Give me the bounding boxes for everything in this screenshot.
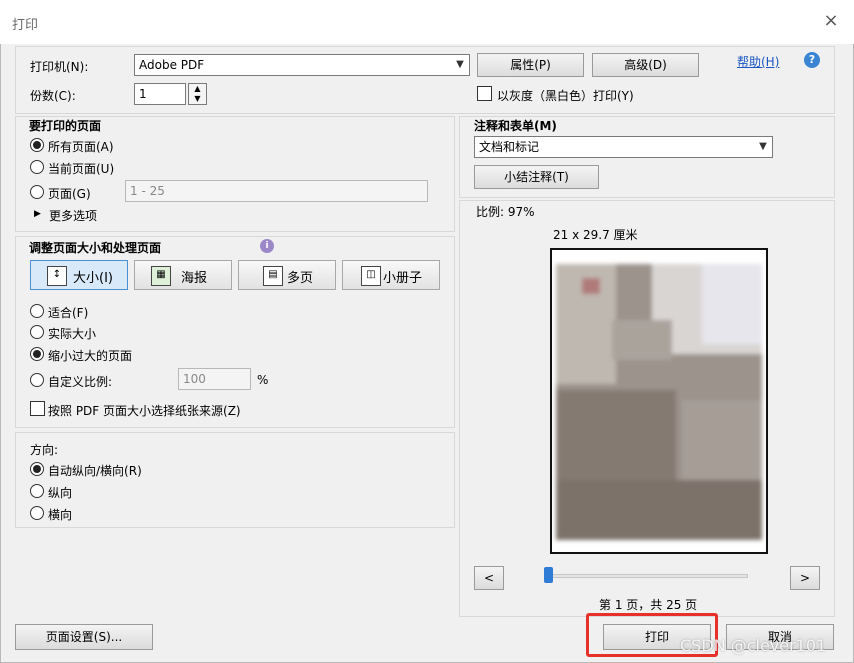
printer-value: Adobe PDF xyxy=(139,58,205,72)
next-page-button[interactable]: > xyxy=(790,566,820,590)
landscape-label: 横向 xyxy=(48,508,73,522)
custom-scale-label: 自定义比例: xyxy=(48,375,113,389)
grayscale-checkbox[interactable] xyxy=(477,86,492,101)
radio-fit[interactable] xyxy=(30,304,44,318)
radio-all-pages[interactable] xyxy=(30,138,44,152)
radio-portrait[interactable] xyxy=(30,484,44,498)
prev-page-button[interactable]: < xyxy=(474,566,504,590)
comments-value: 文档和标记 xyxy=(479,140,540,154)
sizing-heading: 调整页面大小和处理页面 xyxy=(29,241,162,255)
page-slider-thumb[interactable] xyxy=(544,567,553,583)
chevron-down-icon: ▼ xyxy=(759,141,767,152)
page-setup-button[interactable]: 页面设置(S)... xyxy=(15,624,153,650)
chevron-down-icon: ▼ xyxy=(456,59,464,70)
page-range-label: 页面(G) xyxy=(48,187,91,201)
properties-button[interactable]: 属性(P) xyxy=(477,53,584,77)
comments-heading: 注释和表单(M) xyxy=(474,119,557,133)
expand-triangle-icon[interactable]: ▶ xyxy=(34,209,41,219)
paper-source-label: 按照 PDF 页面大小选择纸张来源(Z) xyxy=(48,404,241,418)
all-pages-label: 所有页面(A) xyxy=(48,140,114,154)
size-icon: ↕ xyxy=(47,266,67,286)
page-range-input[interactable]: 1 - 25 xyxy=(125,180,428,202)
help-icon[interactable]: ? xyxy=(804,52,820,68)
page-slider-track[interactable] xyxy=(548,574,748,578)
page-preview xyxy=(550,248,768,554)
radio-actual-size[interactable] xyxy=(30,325,44,339)
paper-source-checkbox[interactable] xyxy=(30,401,45,416)
actual-size-label: 实际大小 xyxy=(48,327,97,341)
tab-booklet-label: 小册子 xyxy=(383,271,423,286)
tab-multiple-label: 多页 xyxy=(287,271,314,286)
close-icon[interactable]: × xyxy=(820,10,842,32)
radio-custom-scale[interactable] xyxy=(30,373,44,387)
auto-orientation-label: 自动纵向/横向(R) xyxy=(48,464,142,478)
tab-size[interactable]: ↕ 大小(I) xyxy=(30,260,128,290)
grayscale-label: 以灰度（黑白色）打印(Y) xyxy=(497,89,634,103)
booklet-icon: ◫ xyxy=(361,266,381,286)
dialog-title: 打印 xyxy=(12,18,39,33)
percent-label: % xyxy=(257,373,269,387)
multiple-pages-icon: ▤ xyxy=(263,266,283,286)
tab-multiple[interactable]: ▤ 多页 xyxy=(238,260,336,290)
tab-size-label: 大小(I) xyxy=(73,271,113,286)
radio-landscape[interactable] xyxy=(30,506,44,520)
scale-label: 比例: 97% xyxy=(476,205,535,219)
custom-scale-input[interactable]: 100 xyxy=(178,368,251,390)
advanced-button[interactable]: 高级(D) xyxy=(592,53,699,77)
title-bar: 打印 × xyxy=(0,0,854,44)
summarize-comments-button[interactable]: 小结注释(T) xyxy=(474,165,599,189)
printer-select[interactable]: Adobe PDF ▼ xyxy=(134,54,470,76)
blurred-page-image xyxy=(556,264,762,540)
current-page-label: 当前页面(U) xyxy=(48,162,115,176)
radio-page-range[interactable] xyxy=(30,185,44,199)
copies-label: 份数(C): xyxy=(30,89,76,103)
tab-booklet[interactable]: ◫ 小册子 xyxy=(342,260,440,290)
radio-shrink-oversized[interactable] xyxy=(30,347,44,361)
paper-size-label: 21 x 29.7 厘米 xyxy=(553,228,638,242)
orientation-section xyxy=(15,432,455,528)
page-indicator: 第 1 页，共 25 页 xyxy=(599,598,698,612)
orientation-heading: 方向: xyxy=(30,443,59,457)
poster-icon: ▦ xyxy=(151,266,171,286)
shrink-oversized-label: 缩小过大的页面 xyxy=(48,349,133,363)
help-link[interactable]: 帮助(H) xyxy=(737,53,779,70)
tab-poster-label: 海报 xyxy=(181,271,208,286)
watermark: CSDN @clever101 xyxy=(680,636,827,655)
comments-select[interactable]: 文档和标记 ▼ xyxy=(474,136,773,158)
fit-label: 适合(F) xyxy=(48,306,89,320)
info-icon[interactable]: i xyxy=(260,239,274,253)
copies-stepper[interactable]: ▲ ▼ xyxy=(188,83,207,105)
portrait-label: 纵向 xyxy=(48,486,73,500)
more-options-link[interactable]: 更多选项 xyxy=(49,207,97,224)
copies-input[interactable]: 1 xyxy=(134,83,186,105)
radio-auto-orientation[interactable] xyxy=(30,462,44,476)
pages-heading: 要打印的页面 xyxy=(29,119,102,133)
tab-poster[interactable]: ▦ 海报 xyxy=(134,260,232,290)
radio-current-page[interactable] xyxy=(30,160,44,174)
printer-label: 打印机(N): xyxy=(30,60,89,74)
